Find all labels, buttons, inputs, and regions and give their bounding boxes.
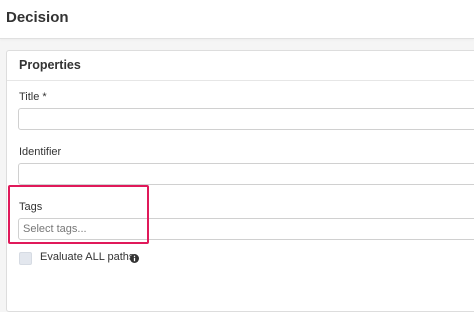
evaluate-all-paths-checkbox[interactable]: [19, 252, 32, 265]
evaluate-all-paths-label: Evaluate ALL paths: [40, 251, 135, 263]
identifier-label: Identifier: [19, 146, 62, 158]
title-input[interactable]: [18, 108, 474, 130]
properties-section-title: Properties: [19, 58, 81, 72]
info-circle-icon[interactable]: [130, 254, 139, 263]
identifier-input[interactable]: [18, 163, 474, 185]
properties-panel: Properties Title * Identifier Tags Selec…: [6, 50, 474, 312]
page-header: Decision: [0, 0, 474, 39]
tags-highlight-box: [8, 185, 149, 244]
title-label: Title *: [19, 91, 47, 103]
page-title: Decision: [6, 9, 69, 26]
section-divider: [7, 80, 474, 81]
